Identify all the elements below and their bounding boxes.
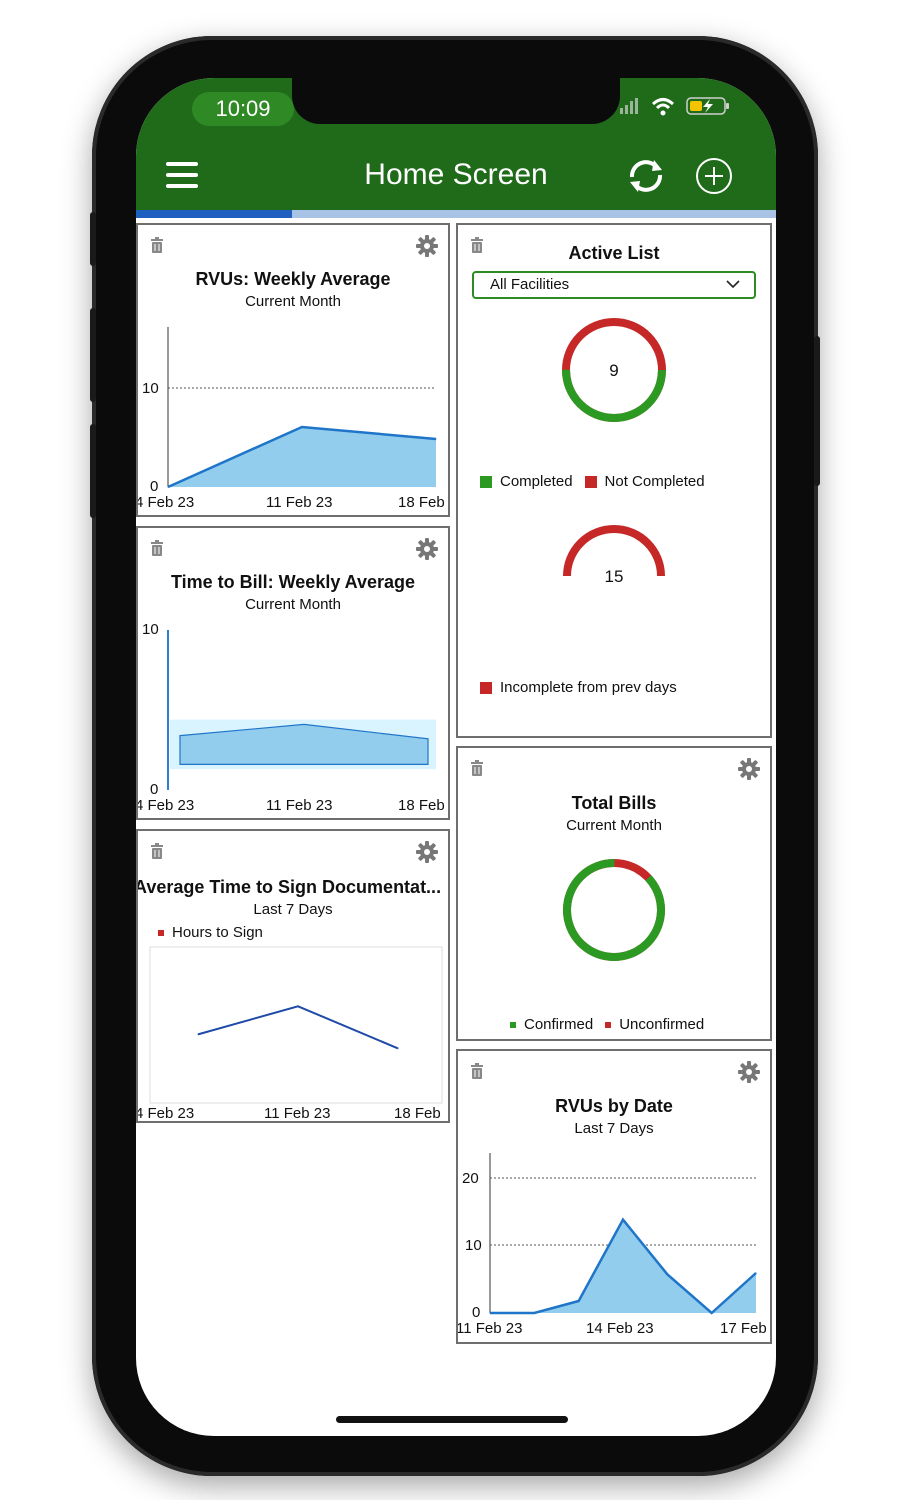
x-tick-label: 4 Feb 23 [138,494,194,511]
data-point [711,1312,713,1314]
data-point [303,723,305,725]
x-tick-label: 14 Feb 23 [586,1320,654,1337]
data-point [301,426,303,428]
data-point [578,1300,580,1302]
legend-label-not-completed: Not Completed [604,473,705,490]
page-title: Home Screen [364,158,548,191]
plot-area [149,946,443,1104]
app-header: Home Screen [136,140,776,210]
rvus-by-date-card[interactable]: RVUs by Date Last 7 Days 20 10 0 11 Feb … [456,1049,772,1344]
active-list-card[interactable]: Active List All Facilities 9 15 Complete… [456,223,772,738]
total-bills-legend: Confirmed Unconfirmed [510,1016,704,1033]
data-point [666,1273,668,1275]
legend-swatch-unconfirmed [605,1021,612,1028]
bills-donut-slice-green [563,859,665,961]
incomplete-legend: Incomplete from prev days [480,679,677,696]
active-list-legend: Completed Not Completed [480,473,705,490]
app-screen: 10:09 Home Screen RVUs: Weekly Average C… [136,78,776,1436]
legend-label-incomplete: Incomplete from prev days [500,679,677,696]
home-indicator[interactable] [336,1416,568,1423]
time-to-bill-chart: 10 0 4 Feb 23 11 Feb 23 18 Feb [138,621,445,814]
legend-label-completed: Completed [500,473,573,490]
area-fill [490,1219,756,1313]
gauge-value: 15 [605,567,624,586]
volume-down-button [90,424,96,518]
x-tick-label: 18 Feb [398,494,445,511]
avg-time-sign-card[interactable]: Average Time to Sign Documentat... Last … [136,829,450,1123]
battery-icon [686,97,729,115]
total-bills-donut [563,859,665,961]
legend-label-confirmed: Confirmed [524,1016,594,1033]
notch [292,78,620,124]
status-time: 10:09 [192,92,294,126]
rvus-weekly-chart: 10 0 4 Feb 23 11 Feb 23 18 Feb [138,327,445,511]
y-tick-label: 10 [142,621,159,638]
x-tick-label: 18 Feb [398,797,445,814]
avg-time-sign-chart: 4 Feb 23 11 Feb 23 18 Feb [138,946,443,1122]
add-icon[interactable] [694,156,734,196]
data-point [197,1033,199,1035]
data-point [489,1312,491,1314]
y-tick-label: 0 [150,781,158,798]
wifi-icon [651,98,675,116]
x-tick-label: 4 Feb 23 [138,1105,194,1122]
total-bills-card[interactable]: Total Bills Current Month Confirmed Unco… [456,746,772,1041]
data-point [435,438,437,440]
legend-swatch-confirmed [510,1021,516,1028]
x-tick-label: 4 Feb 23 [138,797,194,814]
data-point [397,1047,399,1049]
refresh-icon[interactable] [624,156,668,196]
legend-swatch-completed [480,475,492,488]
data-point [427,738,429,740]
loading-progress-fill [136,210,292,218]
data-point [179,735,181,737]
cellular-signal-icon [620,98,638,114]
x-tick-label: 11 Feb 23 [266,797,332,814]
x-tick-label: 17 Feb [720,1320,767,1337]
data-point [297,1005,299,1007]
legend-label-unconfirmed: Unconfirmed [619,1016,705,1033]
rvus-weekly-card[interactable]: RVUs: Weekly Average Current Month 10 0 … [136,223,450,517]
volume-up-button [90,308,96,402]
y-tick-label: 10 [142,380,159,397]
time-to-bill-card[interactable]: Time to Bill: Weekly Average Current Mon… [136,526,450,820]
legend-swatch-incomplete [480,681,492,694]
y-tick-label: 0 [150,478,158,495]
x-tick-label: 11 Feb 23 [458,1320,522,1337]
x-tick-label: 11 Feb 23 [266,494,332,511]
data-point [533,1312,535,1314]
x-tick-label: 11 Feb 23 [264,1105,330,1122]
status-bar: 10:09 [136,78,776,140]
rvus-by-date-chart: 20 10 0 11 Feb 23 14 Feb 23 17 Feb [458,1153,767,1337]
data-point [755,1272,757,1274]
status-icons [618,96,732,116]
data-point [167,486,169,488]
series-line [197,1005,399,1050]
y-tick-label: 0 [472,1304,480,1321]
x-tick-label: 18 Feb [394,1105,441,1122]
mute-switch [90,212,96,266]
data-point [622,1219,624,1221]
y-tick-label: 20 [462,1170,479,1187]
y-tick-label: 10 [465,1237,482,1254]
loading-progress-bar [136,210,776,218]
power-button [814,336,820,486]
donut-total: 9 [609,361,618,380]
legend-swatch-not-completed [584,475,597,488]
